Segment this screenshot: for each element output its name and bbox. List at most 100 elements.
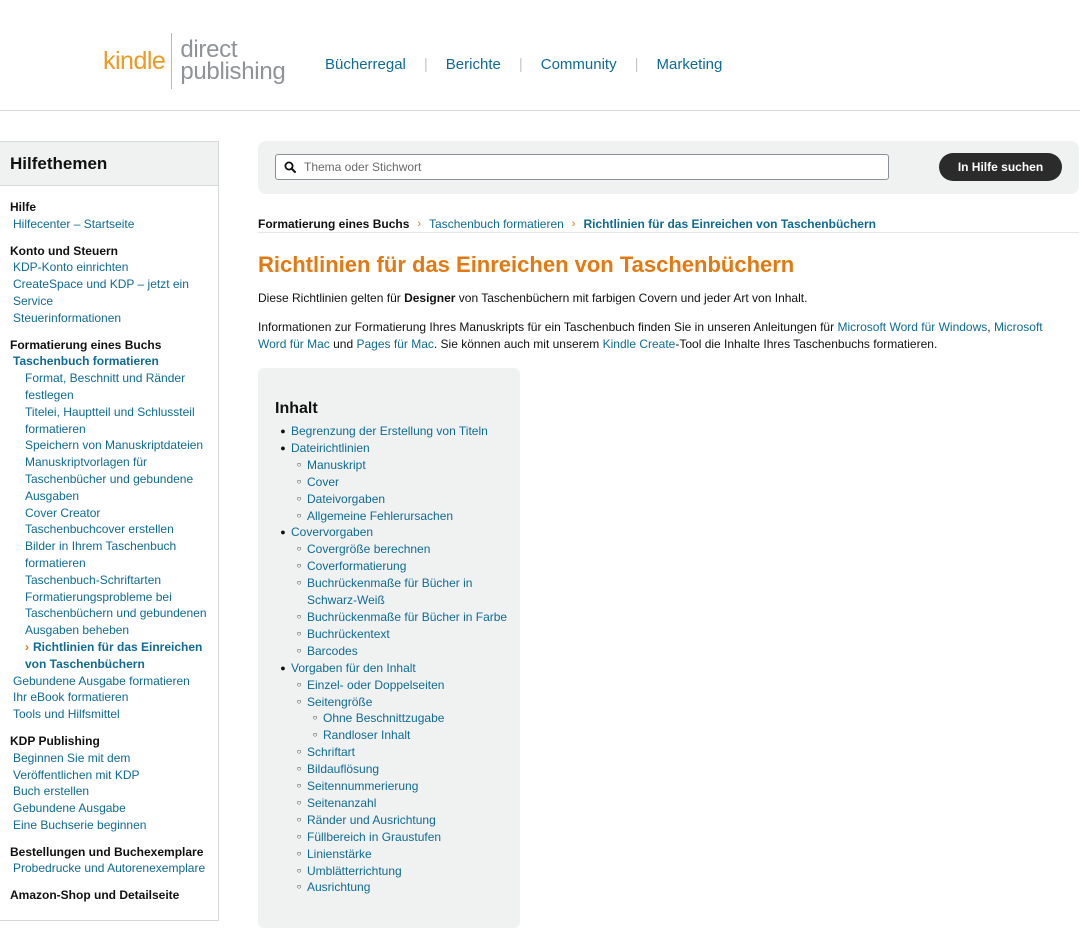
nav-separator: | bbox=[518, 56, 523, 73]
intro-text: von Taschenbüchern mit farbigen Covern u… bbox=[455, 291, 808, 305]
sidebar-link-steuer[interactable]: Steuerinformationen bbox=[10, 310, 210, 327]
sidebar-title: Hilfethemen bbox=[0, 142, 218, 186]
toc-item: ○ Bildauflösung bbox=[275, 761, 515, 778]
toc-link[interactable]: Ränder und Ausrichtung bbox=[307, 812, 436, 829]
toc-link[interactable]: Linienstärke bbox=[307, 846, 372, 863]
sidebar-sublink[interactable]: Speichern von Manuskriptdateien bbox=[10, 437, 210, 454]
table-of-contents: Inhalt ● Begrenzung der Erstellung von Ti… bbox=[258, 368, 520, 928]
link-kindle-create[interactable]: Kindle Create bbox=[603, 337, 676, 351]
sidebar-sublink[interactable]: Cover Creator bbox=[10, 505, 210, 522]
toc-link[interactable]: Buchrückenmaße für Bücher in Schwarz-Wei… bbox=[307, 575, 515, 609]
toc-link[interactable]: Buchrückenmaße für Bücher in Farbe bbox=[307, 609, 507, 626]
disc-bullet-icon: ● bbox=[280, 426, 286, 436]
toc-item: ○ Füllbereich in Graustufen bbox=[275, 829, 515, 846]
sidebar-link-kdp-konto[interactable]: KDP-Konto einrichten bbox=[10, 259, 210, 276]
toc-link[interactable]: Coverformatierung bbox=[307, 558, 406, 575]
paragraph-text: und bbox=[329, 336, 357, 351]
paragraph-text: , bbox=[987, 320, 994, 334]
search-field[interactable] bbox=[275, 154, 889, 180]
sidebar-section-konto: Konto und Steuern KDP-Konto einrichten C… bbox=[10, 243, 210, 327]
logo-divider bbox=[171, 33, 173, 89]
toc-link[interactable]: Barcodes bbox=[307, 643, 358, 660]
intro-paragraph: Diese Richtlinien gelten für Designer vo… bbox=[258, 290, 1068, 307]
nav-berichte[interactable]: Berichte bbox=[446, 56, 501, 73]
toc-link[interactable]: Randloser Inhalt bbox=[323, 727, 410, 744]
toc-link[interactable]: Einzel- oder Doppelseiten bbox=[307, 677, 444, 694]
toc-link[interactable]: Begrenzung der Erstellung von Titeln bbox=[291, 423, 488, 440]
circle-bullet-icon: ○ bbox=[296, 628, 302, 638]
intro-bold: Designer bbox=[404, 291, 456, 305]
toc-link[interactable]: Covergröße berechnen bbox=[307, 541, 430, 558]
sidebar-link-gebundene-formatieren[interactable]: Gebundene Ausgabe formatieren bbox=[10, 673, 210, 690]
sidebar-sublink[interactable]: Titelei, Hauptteil und Schlussteil forma… bbox=[10, 404, 210, 438]
sidebar-link-veroeffentlichen[interactable]: Veröffentlichen mit KDP bbox=[10, 767, 210, 784]
sidebar-link-buchserie[interactable]: Eine Buchserie beginnen bbox=[10, 817, 210, 834]
sidebar-sublink[interactable]: Formatierungsprobleme bei Taschenbüchern… bbox=[10, 589, 210, 639]
paragraph-text: Informationen zur Formatierung Ihres Man… bbox=[258, 320, 838, 334]
circle-bullet-icon: ○ bbox=[296, 764, 302, 774]
toc-link[interactable]: Umblätterrichtung bbox=[307, 863, 402, 880]
paragraph-text: . Sie können auch mit unserem bbox=[433, 336, 603, 351]
toc-item: ○ Manuskript bbox=[275, 457, 515, 474]
breadcrumb-root[interactable]: Formatierung eines Buchs bbox=[258, 217, 409, 231]
circle-bullet-icon: ○ bbox=[296, 476, 302, 486]
sidebar-sublink[interactable]: Manuskriptvorlagen für Taschenbücher und… bbox=[10, 454, 210, 504]
toc-link[interactable]: Allgemeine Fehlerursachen bbox=[307, 508, 453, 525]
sidebar-link-createspace[interactable]: CreateSpace und KDP – jetzt ein Service bbox=[10, 276, 210, 310]
link-pages-mac[interactable]: Pages für Mac bbox=[357, 337, 434, 351]
sidebar-link-taschenbuch-formatieren[interactable]: Taschenbuch formatieren bbox=[10, 353, 210, 370]
toc-link[interactable]: Seitengröße bbox=[307, 694, 372, 711]
sidebar-link-gebundene-ausgabe[interactable]: Gebundene Ausgabe bbox=[10, 800, 210, 817]
toc-link[interactable]: Cover bbox=[307, 474, 339, 491]
toc-title: Inhalt bbox=[275, 400, 318, 417]
search-input[interactable] bbox=[302, 159, 888, 175]
nav-marketing[interactable]: Marketing bbox=[657, 56, 723, 73]
toc-item: ○ Seitengröße bbox=[275, 694, 515, 711]
link-word-windows[interactable]: Microsoft Word für Windows bbox=[837, 320, 987, 334]
toc-link[interactable]: Manuskript bbox=[307, 457, 366, 474]
sidebar-sublink[interactable]: Taschenbuch-Schriftarten bbox=[10, 572, 210, 589]
toc-link[interactable]: Dateirichtlinien bbox=[291, 440, 370, 457]
nav-community[interactable]: Community bbox=[541, 56, 617, 73]
search-help-button[interactable]: In Hilfe suchen bbox=[939, 153, 1062, 181]
toc-link[interactable]: Seitennummerierung bbox=[307, 778, 418, 795]
breadcrumb-middle[interactable]: Taschenbuch formatieren bbox=[429, 217, 564, 231]
toc-link[interactable]: Buchrückentext bbox=[307, 626, 390, 643]
toc-item: ○ Randloser Inhalt bbox=[275, 727, 515, 744]
toc-link[interactable]: Ohne Beschnittzugabe bbox=[323, 710, 444, 727]
toc-link[interactable]: Bildauflösung bbox=[307, 761, 379, 778]
help-sidebar: Hilfethemen Hilfe Hilfecenter – Startsei… bbox=[0, 141, 219, 921]
sidebar-sublink[interactable]: Taschenbuchcover erstellen bbox=[10, 521, 210, 538]
sidebar-section-title: Bestellungen und Buchexemplare bbox=[10, 844, 204, 859]
logo-direct-publishing: direct publishing bbox=[180, 38, 285, 84]
chevron-right-icon: › bbox=[25, 639, 29, 654]
circle-bullet-icon: ○ bbox=[296, 814, 302, 824]
sidebar-link-beginnen[interactable]: Beginnen Sie mit dem bbox=[10, 750, 210, 767]
sidebar-link-active[interactable]: › Richtlinien für das Einreichen von Tasc… bbox=[10, 639, 210, 673]
circle-bullet-icon: ○ bbox=[296, 747, 302, 757]
breadcrumb-current[interactable]: Richtlinien für das Einreichen von Tasch… bbox=[583, 217, 876, 231]
sidebar-section-title: Hilfe bbox=[10, 200, 37, 214]
toc-link[interactable]: Dateivorgaben bbox=[307, 491, 385, 508]
sidebar-sublink[interactable]: Bilder in Ihrem Taschenbuch formatieren bbox=[10, 538, 210, 572]
sidebar-link-buch-erstellen[interactable]: Buch erstellen bbox=[10, 783, 210, 800]
toc-link[interactable]: Füllbereich in Graustufen bbox=[307, 829, 441, 846]
kdp-logo[interactable]: kindle direct publishing bbox=[103, 33, 286, 89]
search-icon bbox=[284, 161, 296, 173]
circle-bullet-icon: ○ bbox=[296, 848, 302, 858]
toc-item: ○ Einzel- oder Doppelseiten bbox=[275, 677, 515, 694]
toc-link[interactable]: Seitenanzahl bbox=[307, 795, 376, 812]
sidebar-link-ebook-formatieren[interactable]: Ihr eBook formatieren bbox=[10, 689, 210, 706]
toc-link[interactable]: Ausrichtung bbox=[307, 879, 370, 896]
nav-buecherregal[interactable]: Bücherregal bbox=[325, 56, 406, 73]
sidebar-sublink[interactable]: Format, Beschnitt und Ränder festlegen bbox=[10, 370, 210, 404]
sidebar-link-hilfecenter[interactable]: Hilfecenter – Startseite bbox=[10, 216, 210, 233]
toc-item: ○ Seitennummerierung bbox=[275, 778, 515, 795]
sidebar-link-probedrucke[interactable]: Probedrucke und Autorenexemplare bbox=[10, 860, 210, 877]
toc-link[interactable]: Schriftart bbox=[307, 744, 355, 761]
circle-bullet-icon: ○ bbox=[296, 679, 302, 689]
page-title: Richtlinien für das Einreichen von Tasch… bbox=[258, 252, 795, 277]
toc-link[interactable]: Covervorgaben bbox=[291, 524, 373, 541]
sidebar-link-tools[interactable]: Tools und Hilfsmittel bbox=[10, 706, 210, 723]
toc-link[interactable]: Vorgaben für den Inhalt bbox=[291, 660, 416, 677]
